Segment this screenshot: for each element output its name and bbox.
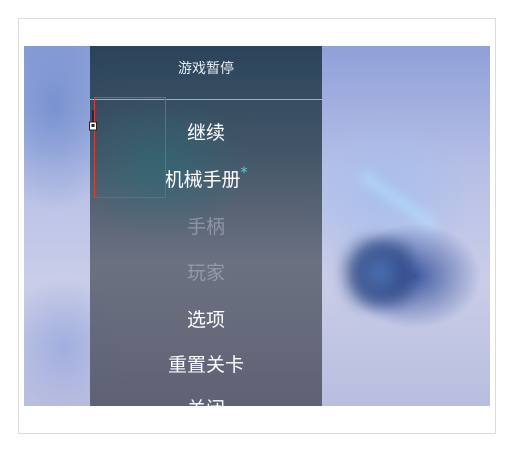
menu-item-label: 选项 [186, 309, 225, 331]
menu-item-close[interactable]: 关闭 [90, 394, 322, 406]
highlight-box [94, 97, 166, 198]
pause-menu-title: 游戏暂停 [178, 61, 234, 77]
menu-item-label: 机械手册 [164, 169, 241, 191]
menu-item-controller[interactable]: 手柄 [90, 212, 322, 239]
menu-item-options[interactable]: 选项 [90, 305, 322, 332]
menu-item-label: 关闭 [187, 398, 225, 406]
background-light-beam [359, 171, 439, 231]
menu-item-label: 手柄 [186, 216, 225, 238]
menu-item-label: 重置关卡 [167, 354, 244, 376]
blurred-robot-icon [340, 236, 414, 310]
new-badge: * [240, 165, 248, 181]
menu-item-players[interactable]: 玩家 [90, 258, 322, 285]
menu-item-label: 玩家 [186, 262, 225, 284]
mouse-pointer-icon [89, 110, 97, 131]
menu-item-reset-level[interactable]: 重置关卡 [90, 350, 322, 377]
menu-item-label: 继续 [186, 122, 225, 144]
